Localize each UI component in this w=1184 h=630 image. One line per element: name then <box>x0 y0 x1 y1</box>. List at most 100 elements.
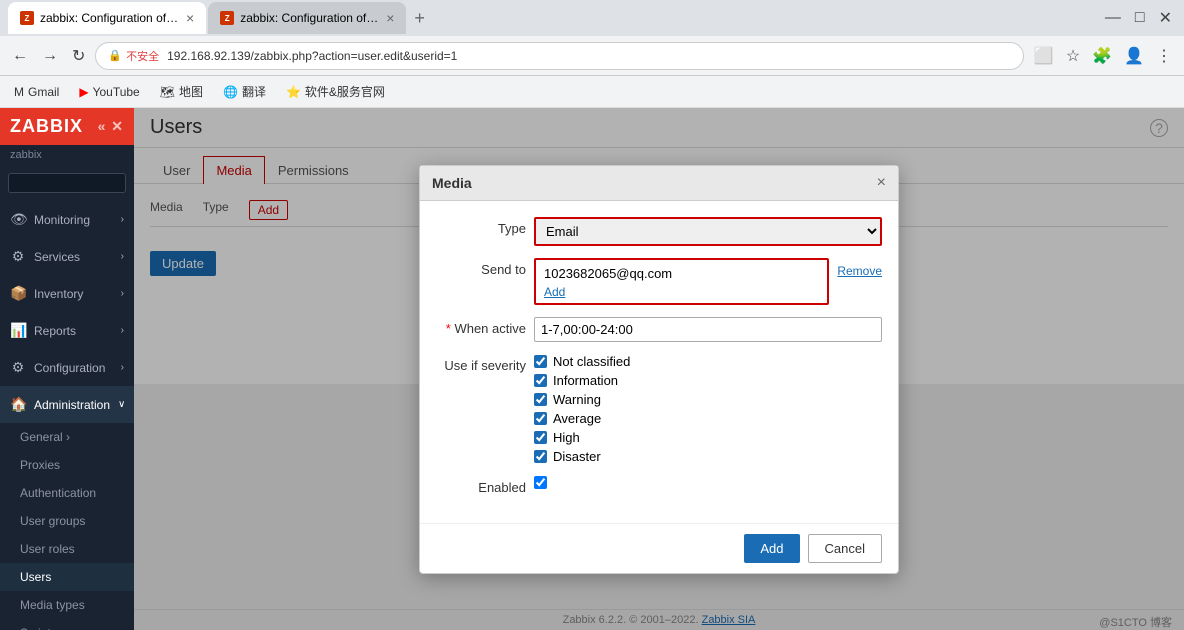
services-arrow: › <box>121 251 124 262</box>
sidebar-sub-user-roles[interactable]: User roles <box>0 535 134 563</box>
translate-icon: 🌐 <box>223 85 238 99</box>
modal-footer: Add Cancel <box>420 523 898 573</box>
sidebar-item-services[interactable]: ⚙ Services › <box>0 238 134 275</box>
modal-title: Media <box>432 175 472 191</box>
profile-icon[interactable]: 👤 <box>1120 42 1148 70</box>
extensions-icon[interactable]: 🧩 <box>1088 42 1116 70</box>
severity-high: High <box>534 430 882 445</box>
maps-icon: 🗺 <box>160 85 175 99</box>
tab-close-2[interactable]: × <box>386 10 394 26</box>
maximize-button[interactable]: □ <box>1131 5 1149 31</box>
menu-icon[interactable]: ⋮ <box>1152 42 1176 70</box>
enabled-checkbox[interactable] <box>534 476 547 489</box>
checkbox-not-classified[interactable] <box>534 355 547 368</box>
sidebar-item-administration[interactable]: 🏠 Administration ∨ <box>0 386 134 423</box>
sidebar-sub-users[interactable]: Users <box>0 563 134 591</box>
configuration-label: Configuration <box>34 361 105 375</box>
cast-icon[interactable]: ⬜ <box>1030 42 1058 70</box>
remove-link[interactable]: Remove <box>837 258 882 278</box>
configuration-icon: ⚙ <box>10 359 26 376</box>
tab-bar: Z zabbix: Configuration of users × Z zab… <box>0 0 1184 36</box>
checkbox-average[interactable] <box>534 412 547 425</box>
configuration-arrow: › <box>121 362 124 373</box>
severity-label: Use if severity <box>436 354 526 373</box>
sidebar-search-container <box>0 169 134 201</box>
bookmarks-bar: M Gmail ▶ YouTube 🗺 地图 🌐 翻译 ⭐ 软件&服务官网 <box>0 76 1184 108</box>
checkbox-information[interactable] <box>534 374 547 387</box>
reports-arrow: › <box>121 325 124 336</box>
sidebar-item-monitoring[interactable]: 👁 Monitoring › <box>0 201 134 238</box>
send-to-input[interactable] <box>540 264 823 283</box>
send-to-container: Add <box>534 258 829 305</box>
inventory-arrow: › <box>121 288 124 299</box>
modal-header: Media × <box>420 166 898 201</box>
modal-add-button[interactable]: Add <box>744 534 799 563</box>
severity-average: Average <box>534 411 882 426</box>
type-container: EmailSMSScript <box>534 217 882 246</box>
tab-title-1: zabbix: Configuration of users <box>40 11 180 25</box>
page-content: Users ? User Media Permissions Media Typ… <box>134 108 1184 630</box>
modal-body: Type EmailSMSScript Send to Add <box>420 201 898 523</box>
sidebar-logo: ZABBIX « ✕ <box>0 108 134 145</box>
close-window-button[interactable]: ✕ <box>1155 4 1176 32</box>
administration-label: Administration <box>34 398 110 412</box>
sidebar-sub-user-groups[interactable]: User groups <box>0 507 134 535</box>
sidebar-sub-general[interactable]: General › <box>0 423 134 451</box>
address-input[interactable]: 🔒 不安全 192.168.92.139/zabbix.php?action=u… <box>95 42 1023 70</box>
back-button[interactable]: ← <box>8 43 32 69</box>
sidebar-item-inventory[interactable]: 📦 Inventory › <box>0 275 134 312</box>
type-row: Type EmailSMSScript <box>436 217 882 246</box>
sidebar-sub-media-types[interactable]: Media types <box>0 591 134 619</box>
send-to-label: Send to <box>436 258 526 277</box>
forward-button[interactable]: → <box>38 43 62 69</box>
bookmark-gmail[interactable]: M Gmail <box>8 83 65 101</box>
administration-icon: 🏠 <box>10 396 26 413</box>
sidebar: ZABBIX « ✕ zabbix 👁 Monitoring › ⚙ Servi… <box>0 108 134 630</box>
enabled-container <box>534 476 547 489</box>
checkbox-warning[interactable] <box>534 393 547 406</box>
tab-favicon-2: Z <box>220 11 234 25</box>
type-label: Type <box>436 217 526 236</box>
tab-close-1[interactable]: × <box>186 10 194 26</box>
sidebar-sub-scripts[interactable]: Scripts <box>0 619 134 630</box>
checkbox-disaster[interactable] <box>534 450 547 463</box>
sidebar-toggle[interactable]: « ✕ <box>98 118 124 135</box>
address-bar-row: ← → ↻ 🔒 不安全 192.168.92.139/zabbix.php?ac… <box>0 36 1184 76</box>
logo-text: ZABBIX <box>10 116 83 137</box>
sidebar-item-reports[interactable]: 📊 Reports › <box>0 312 134 349</box>
severity-not-classified: Not classified <box>534 354 882 369</box>
bookmark-translate[interactable]: 🌐 翻译 <box>217 81 272 102</box>
severity-group: Not classified Information Warning <box>534 354 882 464</box>
minimize-button[interactable]: — <box>1101 5 1125 31</box>
send-to-add-link[interactable]: Add <box>540 285 823 299</box>
sidebar-search-input[interactable] <box>8 173 126 193</box>
reload-button[interactable]: ↻ <box>68 42 89 70</box>
severity-row: Use if severity Not classified Informati… <box>436 354 882 464</box>
monitoring-label: Monitoring <box>34 213 90 227</box>
address-text: 192.168.92.139/zabbix.php?action=user.ed… <box>167 49 457 63</box>
modal-cancel-button[interactable]: Cancel <box>808 534 882 563</box>
bookmark-youtube[interactable]: ▶ YouTube <box>73 83 145 101</box>
type-select[interactable]: EmailSMSScript <box>536 219 880 244</box>
bookmark-software[interactable]: ⭐ 软件&服务官网 <box>280 81 391 102</box>
sidebar-sub-proxies[interactable]: Proxies <box>0 451 134 479</box>
new-tab-button[interactable]: + <box>408 8 431 29</box>
inventory-icon: 📦 <box>10 285 26 302</box>
enabled-label: Enabled <box>436 476 526 495</box>
services-label: Services <box>34 250 80 264</box>
send-to-row: Send to Add Remove <box>436 258 882 305</box>
modal-close-button[interactable]: × <box>877 174 886 192</box>
tab-users[interactable]: Z zabbix: Configuration of users × <box>8 2 206 34</box>
checkbox-high[interactable] <box>534 431 547 444</box>
sidebar-item-configuration[interactable]: ⚙ Configuration › <box>0 349 134 386</box>
sidebar-sub-authentication[interactable]: Authentication <box>0 479 134 507</box>
software-icon: ⭐ <box>286 85 301 99</box>
tab-items[interactable]: Z zabbix: Configuration of items × <box>208 2 406 34</box>
bookmark-maps[interactable]: 🗺 地图 <box>154 81 209 102</box>
gmail-icon: M <box>14 85 24 99</box>
youtube-icon: ▶ <box>79 85 88 99</box>
bookmark-star-icon[interactable]: ☆ <box>1062 42 1084 70</box>
reports-label: Reports <box>34 324 76 338</box>
when-active-input[interactable] <box>534 317 882 342</box>
reports-icon: 📊 <box>10 322 26 339</box>
